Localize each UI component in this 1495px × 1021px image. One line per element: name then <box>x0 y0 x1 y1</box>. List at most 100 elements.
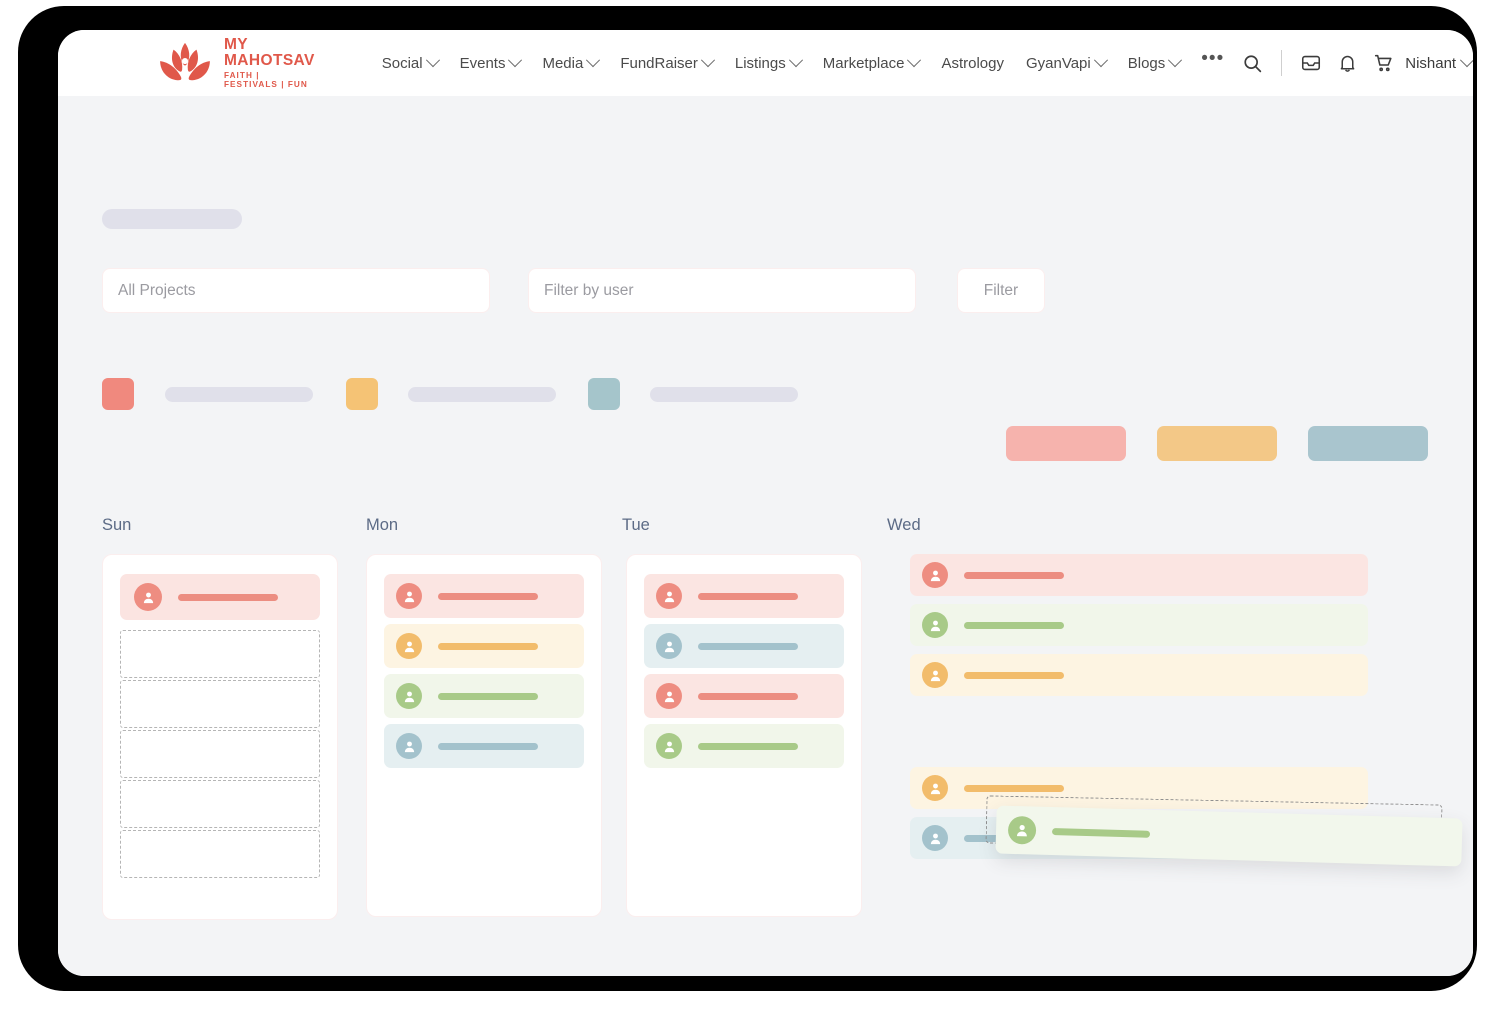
nav-item-social[interactable]: Social <box>371 49 449 78</box>
action-button-group <box>1006 426 1428 461</box>
day-column-mon[interactable] <box>366 554 602 917</box>
day-header-row: Sun Mon Tue Wed <box>102 516 1442 554</box>
chevron-down-icon <box>508 53 523 68</box>
nav-label: Social <box>381 54 423 72</box>
nav-item-gyanvapi[interactable]: GyanVapi <box>1015 49 1117 78</box>
task-title-skeleton <box>1051 827 1151 838</box>
task-avatar-icon <box>922 825 948 851</box>
task-card[interactable] <box>910 604 1368 646</box>
task-dropzone[interactable] <box>120 780 320 828</box>
nav-item-marketplace[interactable]: Marketplace <box>812 49 931 78</box>
action-button-blue[interactable] <box>1308 426 1428 461</box>
brand-tagline: FAITH | FESTIVALS | FUN <box>224 71 308 89</box>
day-header-mon: Mon <box>366 516 399 534</box>
day-columns <box>102 554 1463 924</box>
nav-item-events[interactable]: Events <box>449 49 532 78</box>
header-divider <box>1281 50 1283 76</box>
legend-label-skeleton <box>650 386 798 402</box>
task-title-skeleton <box>438 742 538 750</box>
chevron-down-icon <box>1168 53 1183 68</box>
filter-button[interactable]: Filter <box>957 268 1045 313</box>
action-button-amber[interactable] <box>1157 426 1277 461</box>
filter-toolbar: All Projects Filter by user Filter <box>102 268 1045 313</box>
search-icon[interactable] <box>1234 45 1270 81</box>
calendar-board: Sun Mon Tue Wed <box>102 516 1463 924</box>
task-title-skeleton <box>438 642 538 650</box>
task-card[interactable] <box>644 624 844 668</box>
project-select-value: All Projects <box>118 281 196 299</box>
task-avatar-icon <box>656 733 682 759</box>
nav-overflow-menu-icon[interactable]: ••• <box>1191 49 1234 72</box>
task-avatar-icon <box>922 662 948 688</box>
bell-icon[interactable] <box>1329 45 1365 81</box>
chevron-down-icon <box>1460 53 1473 68</box>
nav-label: FundRaiser <box>620 54 698 72</box>
nav-item-fundraiser[interactable]: FundRaiser <box>609 49 724 78</box>
task-dropzone[interactable] <box>120 830 320 878</box>
page-body: All Projects Filter by user Filter Sun M… <box>58 96 1473 976</box>
cart-icon[interactable] <box>1365 45 1401 81</box>
nav-item-astrology[interactable]: Astrology <box>930 49 1015 78</box>
user-filter-placeholder: Filter by user <box>544 281 634 299</box>
task-dropzone[interactable] <box>120 630 320 678</box>
task-dropzone[interactable] <box>120 680 320 728</box>
task-card[interactable] <box>910 654 1368 696</box>
day-column-sun[interactable] <box>102 554 338 920</box>
task-card[interactable] <box>384 674 584 718</box>
legend-item-red <box>102 378 313 410</box>
task-avatar-icon <box>922 562 948 588</box>
task-card[interactable] <box>644 724 844 768</box>
top-navigation-bar: MY MAHOTSAV FAITH | FESTIVALS | FUN Soci… <box>58 30 1473 96</box>
task-avatar-icon <box>656 633 682 659</box>
task-card[interactable] <box>644 674 844 718</box>
brand-logo[interactable]: MY MAHOTSAV FAITH | FESTIVALS | FUN <box>156 37 315 88</box>
device-bezel: MY MAHOTSAV FAITH | FESTIVALS | FUN Soci… <box>18 6 1477 991</box>
legend-item-blue <box>588 378 798 410</box>
nav-label: Blogs <box>1127 54 1166 72</box>
task-title-skeleton <box>964 621 1064 629</box>
day-column-tue[interactable] <box>626 554 862 917</box>
legend-label-skeleton <box>408 386 556 402</box>
page-title-skeleton <box>102 209 242 229</box>
task-card[interactable] <box>384 624 584 668</box>
task-title-skeleton <box>438 692 538 700</box>
action-button-red[interactable] <box>1006 426 1126 461</box>
task-title-skeleton <box>438 592 538 600</box>
task-title-skeleton <box>698 742 798 750</box>
user-filter-input[interactable]: Filter by user <box>528 268 916 313</box>
task-avatar-icon <box>396 633 422 659</box>
task-title-skeleton <box>964 784 1064 792</box>
task-dropzone[interactable] <box>120 730 320 778</box>
user-menu[interactable]: Nishant <box>1405 53 1473 72</box>
task-card[interactable] <box>120 574 320 620</box>
task-avatar-icon <box>134 583 162 611</box>
task-avatar-icon <box>396 583 422 609</box>
day-header-wed: Wed <box>887 516 921 534</box>
task-avatar-icon <box>396 733 422 759</box>
nav-item-listings[interactable]: Listings <box>724 49 812 78</box>
chevron-down-icon <box>1093 53 1108 68</box>
header-actions: Nishant <box>1234 44 1473 82</box>
task-avatar-icon <box>922 775 948 801</box>
legend-swatch-amber <box>346 378 378 410</box>
task-card[interactable] <box>384 574 584 618</box>
inbox-icon[interactable] <box>1293 45 1329 81</box>
task-card[interactable] <box>644 574 844 618</box>
task-card[interactable] <box>384 724 584 768</box>
filter-button-label: Filter <box>983 281 1019 299</box>
legend-swatch-blue <box>588 378 620 410</box>
nav-label: Listings <box>734 54 786 72</box>
chevron-down-icon <box>788 53 803 68</box>
project-select[interactable]: All Projects <box>102 268 490 313</box>
task-card[interactable] <box>910 554 1368 596</box>
chevron-down-icon <box>586 53 601 68</box>
chevron-down-icon <box>907 53 922 68</box>
main-nav: Social Events Media FundRaiser Listings <box>371 49 1234 78</box>
task-title-skeleton <box>178 593 278 601</box>
task-avatar-icon <box>1007 815 1037 845</box>
legend-swatch-red <box>102 378 134 410</box>
nav-item-blogs[interactable]: Blogs <box>1117 49 1192 78</box>
task-title-skeleton <box>698 592 798 600</box>
device-screen: MY MAHOTSAV FAITH | FESTIVALS | FUN Soci… <box>58 30 1473 976</box>
nav-item-media[interactable]: Media <box>531 49 609 78</box>
